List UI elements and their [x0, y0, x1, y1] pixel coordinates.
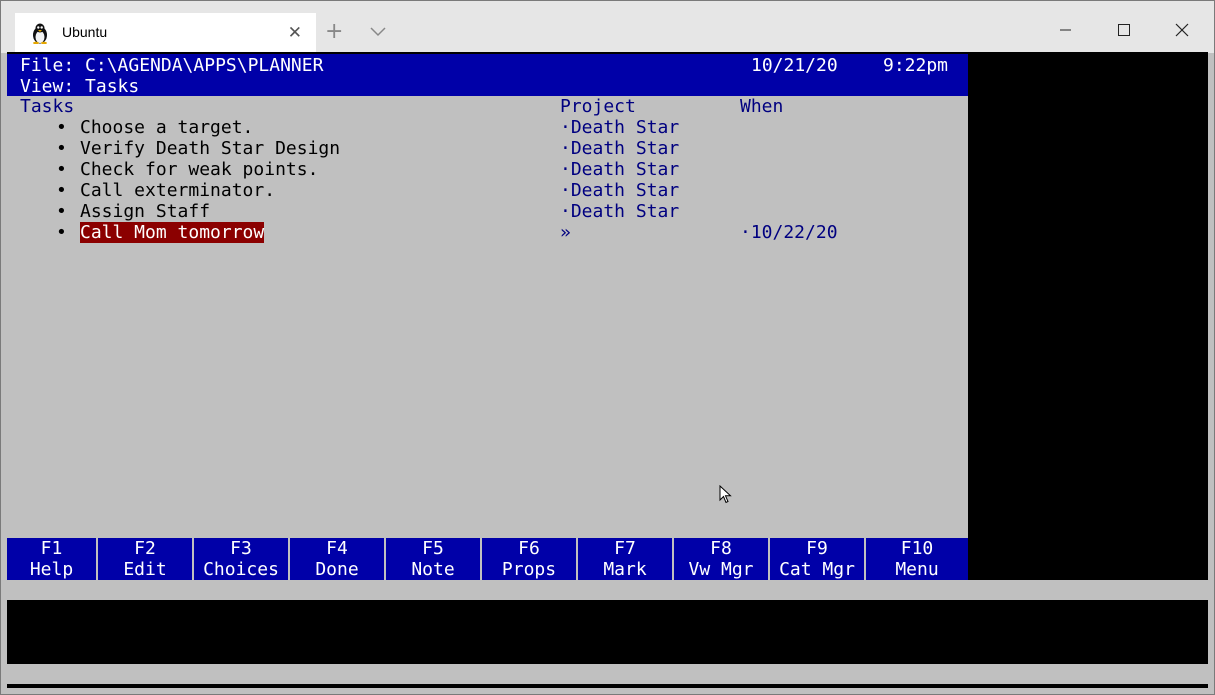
fkey-number: F9 [806, 538, 828, 559]
task-project[interactable]: ·Death Star [560, 117, 679, 138]
new-tab-icon[interactable]: + [325, 20, 343, 44]
maximize-icon[interactable] [1109, 15, 1139, 45]
task-project[interactable]: ·Death Star [560, 138, 679, 159]
fkey-number: F6 [518, 538, 540, 559]
f4-done-button[interactable]: F4 Done [290, 538, 386, 580]
column-header-project[interactable]: Project [560, 96, 636, 117]
bullet: • [56, 138, 67, 159]
fkey-number: F2 [134, 538, 156, 559]
fkey-number: F7 [614, 538, 636, 559]
fkey-number: F10 [900, 538, 934, 559]
fkey-label: Props [501, 559, 557, 580]
f7-mark-button[interactable]: F7 Mark [578, 538, 674, 580]
tab-close-icon[interactable]: ✕ [288, 23, 302, 43]
fkey-label: Choices [203, 559, 279, 580]
f10-menu-button[interactable]: F10 Menu [866, 538, 968, 580]
linux-penguin-icon [33, 23, 47, 44]
f5-note-button[interactable]: F5 Note [386, 538, 482, 580]
task-text-highlighted[interactable]: Call Mom tomorrow [80, 222, 265, 243]
task-text[interactable]: Verify Death Star Design [80, 138, 340, 159]
fkey-label: Menu [895, 559, 939, 580]
fkey-label: Edit [123, 559, 167, 580]
task-text[interactable]: Call exterminator. [80, 180, 275, 201]
task-project[interactable]: ·Death Star [560, 180, 679, 201]
header-date: 10/21/20 [751, 55, 838, 76]
fkey-label: Help [29, 559, 74, 580]
view-name: View: Tasks [20, 76, 140, 97]
f8-vw-mgr-button[interactable]: F8 Vw Mgr [674, 538, 770, 580]
fkey-label: Done [315, 559, 359, 580]
fkey-number: F5 [422, 538, 444, 559]
task-project-more-icon[interactable]: » [560, 222, 571, 243]
task-text[interactable]: Assign Staff [80, 201, 210, 222]
file-path: File: C:\AGENDA\APPS\PLANNER [20, 55, 324, 76]
task-when[interactable]: ·10/22/20 [740, 222, 838, 243]
bullet: • [56, 117, 67, 138]
fkey-number: F1 [40, 538, 63, 559]
mouse-cursor-icon [719, 485, 732, 504]
fkey-label: Cat Mgr [779, 559, 855, 580]
function-key-bar: F1 Help F2 Edit F3 Choices F4 Done F5 No… [7, 538, 968, 580]
fkey-number: F4 [326, 538, 348, 559]
header-time: 9:22pm [883, 55, 949, 76]
bullet: • [56, 159, 67, 180]
console-bottom-strip [7, 664, 1208, 684]
f1-help-button[interactable]: F1 Help [7, 538, 98, 580]
console-status-strip [7, 580, 1208, 600]
f9-cat-mgr-button[interactable]: F9 Cat Mgr [770, 538, 866, 580]
title-bar: Ubuntu ✕ + [1, 1, 1214, 53]
fkey-label: Note [411, 559, 455, 580]
f2-edit-button[interactable]: F2 Edit [98, 538, 194, 580]
task-project[interactable]: ·Death Star [560, 159, 679, 180]
tab-title: Ubuntu [62, 24, 108, 40]
column-header-tasks[interactable]: Tasks [20, 96, 74, 117]
task-text[interactable]: Choose a target. [80, 117, 253, 138]
chevron-down-icon[interactable] [369, 24, 387, 38]
tab-ubuntu[interactable]: Ubuntu ✕ [15, 13, 316, 53]
bullet: • [56, 222, 67, 243]
close-icon[interactable] [1167, 15, 1197, 45]
fkey-label: Mark [603, 559, 647, 580]
task-project[interactable]: ·Death Star [560, 201, 679, 222]
fkey-label: Vw Mgr [688, 559, 754, 580]
bullet: • [56, 180, 67, 201]
minimize-icon[interactable] [1050, 15, 1080, 45]
column-header-when[interactable]: When [740, 96, 783, 117]
f6-props-button[interactable]: F6 Props [482, 538, 578, 580]
file-header: File: C:\AGENDA\APPS\PLANNER View: Tasks… [7, 54, 968, 97]
fkey-number: F8 [710, 538, 732, 559]
f3-choices-button[interactable]: F3 Choices [194, 538, 290, 580]
task-text[interactable]: Check for weak points. [80, 159, 318, 180]
bullet: • [56, 201, 67, 222]
fkey-number: F3 [230, 538, 252, 559]
